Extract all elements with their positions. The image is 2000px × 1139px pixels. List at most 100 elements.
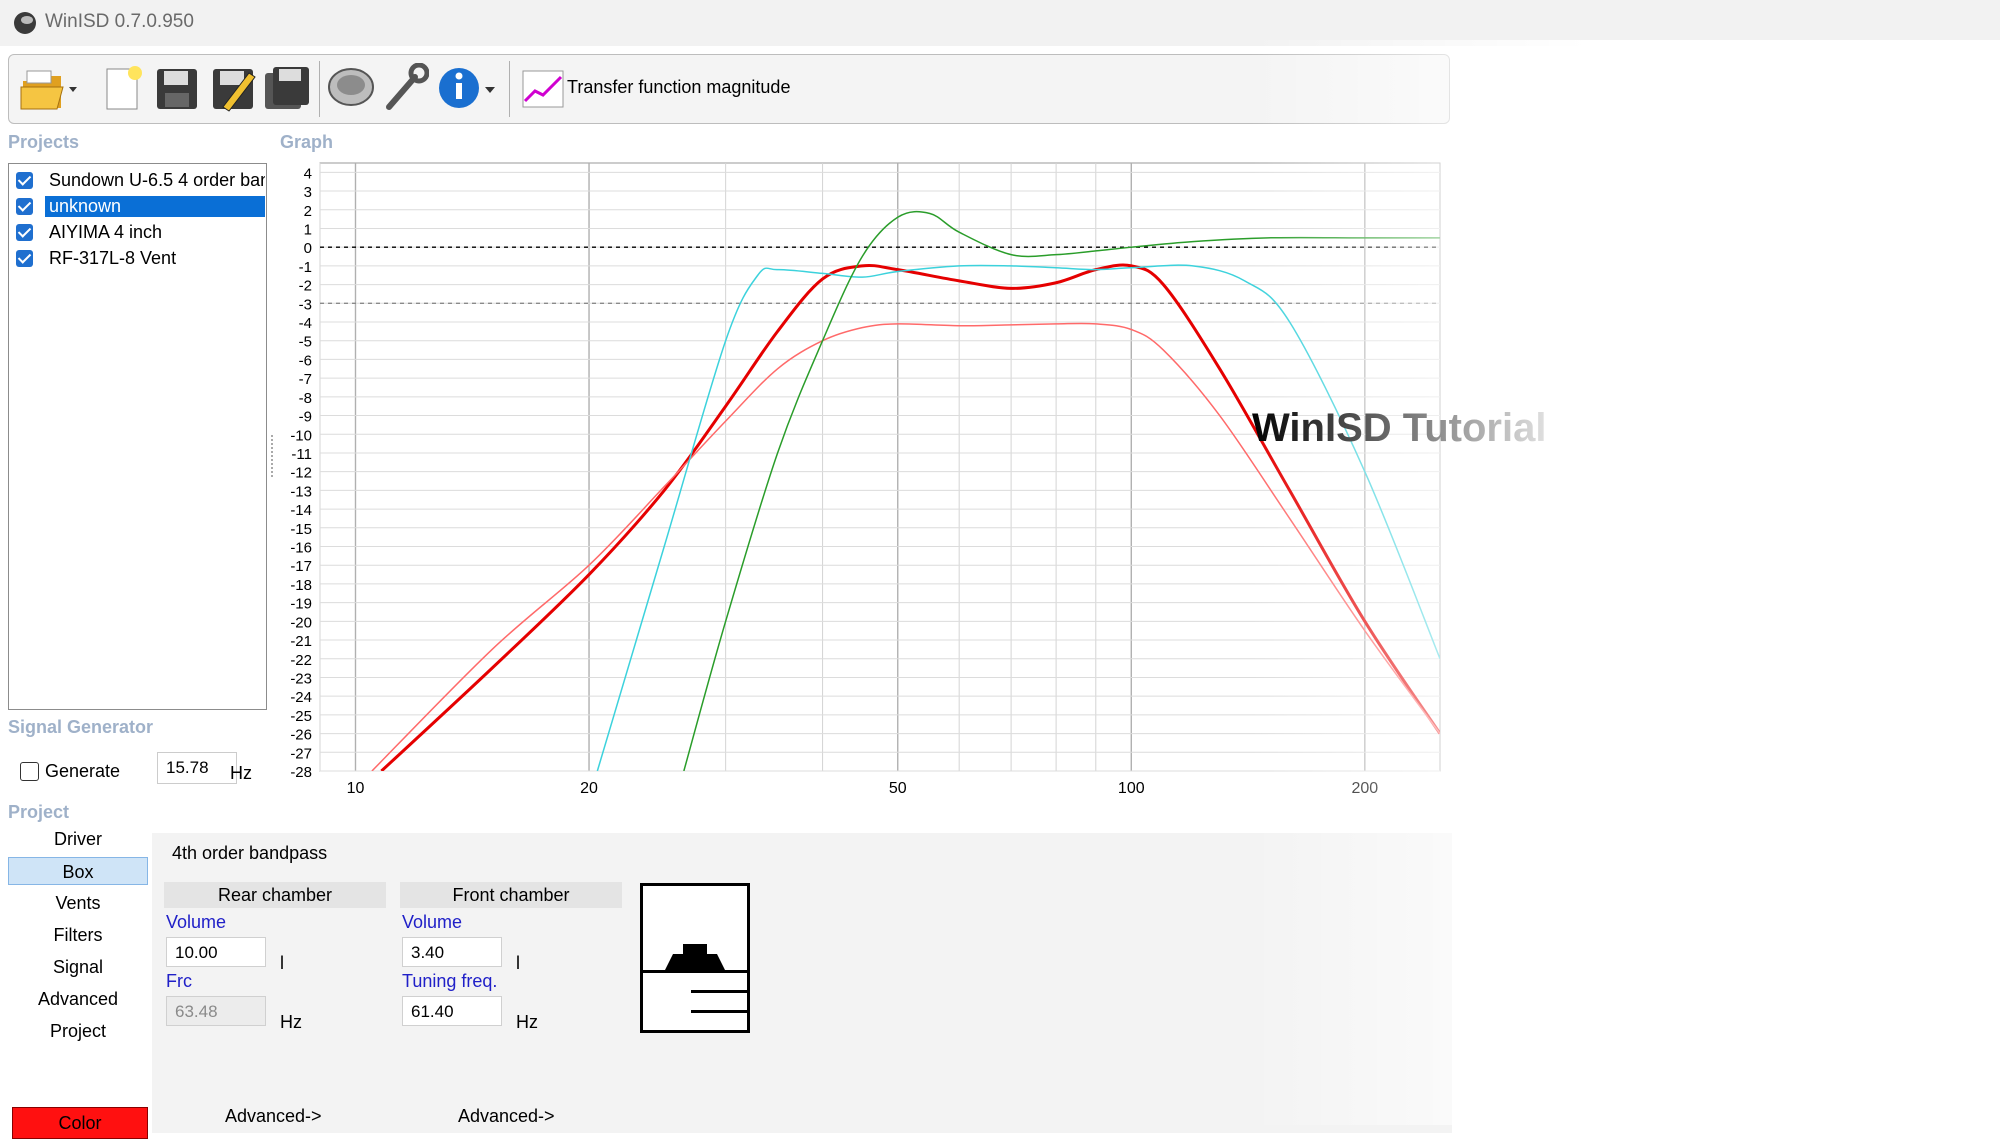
- project-checkbox[interactable]: [16, 172, 33, 189]
- x-tick-label: 50: [889, 780, 907, 795]
- frc-unit: Hz: [280, 1012, 302, 1032]
- y-tick-label: -19: [290, 596, 312, 613]
- project-item[interactable]: Sundown U-6.5 4 order ban: [13, 169, 265, 193]
- y-tick-label: -27: [290, 745, 312, 762]
- y-tick-label: -16: [290, 540, 312, 557]
- y-tick-label: 0: [304, 240, 312, 257]
- y-tick-label: 2: [304, 203, 312, 220]
- signal-generator-section-label: Signal Generator: [8, 717, 154, 737]
- generate-checkbox[interactable]: [20, 762, 39, 781]
- y-tick-label: -11: [291, 446, 312, 463]
- y-tick-label: -5: [299, 334, 312, 351]
- new-project-icon[interactable]: [99, 63, 147, 113]
- y-tick-label: -15: [290, 521, 312, 538]
- project-item[interactable]: RF-317L-8 Vent: [13, 247, 263, 271]
- project-nav: Driver Box Vents Filters Signal Advanced…: [8, 825, 148, 1125]
- frc-input: 63.48: [166, 996, 266, 1026]
- toolbar-separator: [319, 61, 320, 117]
- y-tick-label: -25: [290, 708, 312, 725]
- nav-item-signal[interactable]: Signal: [8, 953, 148, 981]
- signal-frequency-unit: Hz: [230, 763, 252, 783]
- driver-editor-icon[interactable]: [327, 63, 375, 113]
- y-tick-label: 4: [304, 165, 312, 182]
- nav-item-driver[interactable]: Driver: [8, 825, 148, 853]
- project-label: RF-317L-8 Vent: [49, 248, 177, 268]
- color-button[interactable]: Color: [12, 1107, 148, 1139]
- info-icon[interactable]: [437, 63, 501, 113]
- tuning-freq-unit: Hz: [516, 1012, 538, 1032]
- y-tick-label: 3: [304, 184, 312, 201]
- y-tick-label: -18: [290, 577, 312, 594]
- project-checkbox[interactable]: [16, 224, 33, 241]
- y-tick-label: -1: [299, 259, 312, 276]
- rear-advanced-link[interactable]: Advanced->: [225, 1106, 322, 1127]
- frc-label: Frc: [166, 971, 192, 991]
- y-tick-label: -4: [299, 315, 312, 332]
- generate-label: Generate: [45, 761, 121, 781]
- y-tick-label: -10: [290, 427, 312, 444]
- x-tick-label: 20: [580, 780, 598, 795]
- y-tick-label: -24: [290, 689, 312, 706]
- x-tick-label: 100: [1118, 780, 1145, 795]
- graph-type-icon[interactable]: [519, 63, 567, 113]
- y-tick-label: -2: [299, 278, 312, 295]
- y-tick-label: -17: [290, 558, 312, 575]
- front-chamber-header: Front chamber: [400, 882, 622, 908]
- front-volume-label: Volume: [402, 912, 463, 932]
- signal-frequency-input[interactable]: 15.78: [157, 752, 237, 784]
- projects-list[interactable]: Sundown U-6.5 4 order ban unknown AIYIMA…: [8, 163, 267, 710]
- front-advanced-link[interactable]: Advanced->: [458, 1106, 555, 1127]
- graph-type-selector[interactable]: Transfer function magnitude: [567, 77, 790, 98]
- project-checkbox[interactable]: [16, 250, 33, 267]
- box-panel: [152, 833, 1452, 1133]
- y-tick-label: -8: [299, 390, 312, 407]
- y-tick-label: -6: [299, 352, 312, 369]
- rear-volume-unit: l: [280, 953, 284, 973]
- toolbar-separator: [509, 61, 510, 117]
- y-tick-label: -28: [290, 764, 312, 781]
- plot-area: [319, 162, 1441, 772]
- save-as-icon[interactable]: [209, 63, 257, 113]
- tools-icon[interactable]: [381, 63, 429, 113]
- app-title: WinISD 0.7.0.950: [45, 11, 194, 32]
- open-folder-icon[interactable]: [19, 63, 79, 113]
- project-label: Sundown U-6.5 4 order ban: [49, 170, 265, 190]
- y-tick-label: -3: [299, 296, 312, 313]
- toolbar: Transfer function magnitude: [8, 54, 1450, 124]
- y-tick-label: -21: [290, 633, 312, 650]
- y-tick-label: -23: [290, 670, 312, 687]
- rear-volume-input[interactable]: 10.00: [166, 937, 266, 967]
- save-icon[interactable]: [153, 63, 201, 113]
- graph-section-label: Graph: [280, 132, 334, 152]
- box-type-label: 4th order bandpass: [172, 843, 328, 863]
- y-tick-label: -9: [299, 409, 312, 426]
- x-tick-label: 10: [347, 780, 365, 795]
- project-label: AIYIMA 4 inch: [49, 222, 163, 242]
- y-tick-label: -12: [290, 465, 312, 482]
- projects-section-label: Projects: [8, 132, 80, 152]
- save-all-icon[interactable]: [263, 63, 311, 113]
- y-tick-label: -26: [290, 727, 312, 744]
- front-volume-unit: l: [516, 953, 520, 973]
- rear-volume-label: Volume: [166, 912, 227, 932]
- rear-chamber-header: Rear chamber: [164, 882, 386, 908]
- y-tick-label: -22: [290, 652, 312, 669]
- y-tick-label: -13: [290, 483, 312, 500]
- nav-item-project[interactable]: Project: [8, 1017, 148, 1045]
- y-tick-label: -14: [290, 502, 312, 519]
- nav-item-advanced[interactable]: Advanced: [8, 985, 148, 1013]
- project-item[interactable]: AIYIMA 4 inch: [13, 221, 263, 245]
- tuning-freq-input[interactable]: 61.40: [402, 996, 502, 1026]
- project-checkbox[interactable]: [16, 198, 33, 215]
- project-item[interactable]: unknown: [13, 195, 265, 219]
- nav-item-box[interactable]: Box: [8, 857, 148, 885]
- y-tick-label: -7: [299, 371, 312, 388]
- x-tick-label: 200: [1351, 780, 1378, 795]
- front-volume-input[interactable]: 3.40: [402, 937, 502, 967]
- title-bar: [0, 0, 2000, 46]
- nav-item-vents[interactable]: Vents: [8, 889, 148, 917]
- y-tick-label: 1: [304, 221, 312, 238]
- y-tick-label: -20: [290, 614, 312, 631]
- nav-item-filters[interactable]: Filters: [8, 921, 148, 949]
- box-diagram-icon: [640, 883, 750, 1033]
